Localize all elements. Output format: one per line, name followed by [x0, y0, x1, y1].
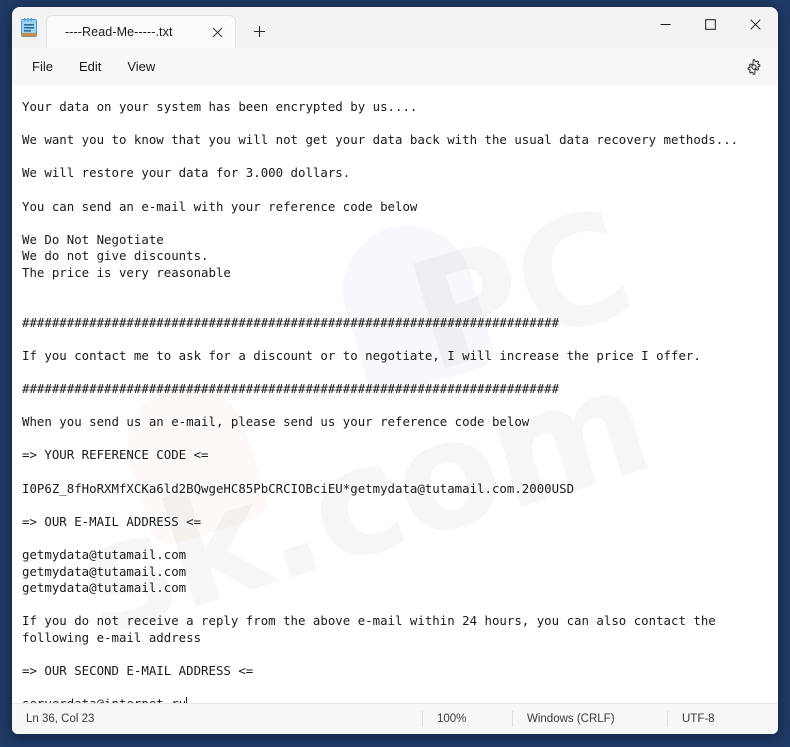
new-tab-button[interactable] — [244, 16, 274, 46]
notepad-icon — [12, 7, 46, 48]
notepad-window: ----Read-Me-----.txt File Edit View Your… — [12, 7, 778, 734]
status-zoom-level[interactable]: 100% — [422, 711, 512, 727]
editor-area[interactable]: PC sk.com Your data on your system has b… — [12, 85, 778, 703]
menu-file[interactable]: File — [20, 54, 65, 79]
close-tab-icon[interactable] — [205, 20, 229, 44]
menu-view[interactable]: View — [115, 54, 167, 79]
gear-icon[interactable] — [740, 53, 768, 81]
status-bar: Ln 36, Col 23 100% Windows (CRLF) UTF-8 — [12, 703, 778, 734]
status-cursor-position: Ln 36, Col 23 — [26, 713, 95, 725]
status-encoding[interactable]: UTF-8 — [667, 711, 777, 727]
text-caret — [186, 697, 188, 703]
menu-edit[interactable]: Edit — [67, 54, 113, 79]
window-controls — [643, 7, 778, 41]
tab-readme[interactable]: ----Read-Me-----.txt — [46, 15, 236, 48]
note-text: Your data on your system has been encryp… — [22, 99, 739, 703]
close-window-button[interactable] — [733, 7, 778, 41]
menu-bar: File Edit View — [12, 48, 778, 85]
status-line-ending[interactable]: Windows (CRLF) — [512, 711, 667, 727]
tab-title: ----Read-Me-----.txt — [65, 25, 173, 39]
minimize-button[interactable] — [643, 7, 688, 41]
maximize-button[interactable] — [688, 7, 733, 41]
title-bar: ----Read-Me-----.txt — [12, 7, 778, 48]
text-content[interactable]: Your data on your system has been encryp… — [12, 85, 778, 703]
